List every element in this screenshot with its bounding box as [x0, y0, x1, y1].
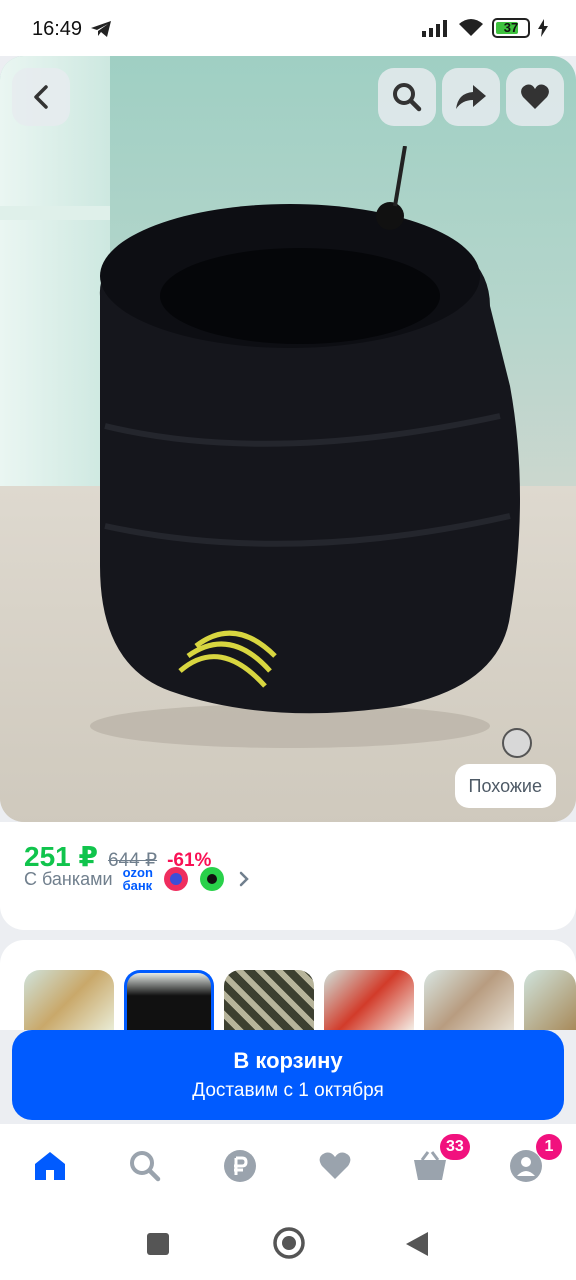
ruble-icon — [224, 1150, 256, 1182]
nav-search[interactable] — [125, 1146, 165, 1186]
product-photo-neck-gaiter — [90, 146, 520, 748]
battery-icon: 37 — [492, 18, 530, 38]
bottom-nav: 33 1 — [0, 1124, 576, 1210]
charging-icon — [538, 19, 548, 37]
product-image[interactable]: Похожие — [0, 56, 576, 822]
cart-count-badge: 33 — [440, 1134, 470, 1160]
back-icon — [34, 85, 48, 109]
nav-home[interactable] — [30, 1146, 70, 1186]
variant-thumb-selected[interactable] — [124, 970, 214, 1030]
triangle-back-icon[interactable] — [404, 1230, 430, 1258]
sbp-bank-icon — [163, 867, 188, 891]
image-search-button[interactable] — [378, 68, 436, 126]
profile-notification-badge: 1 — [536, 1134, 562, 1160]
ozon-bank-line2: банк — [122, 878, 153, 893]
add-to-cart-label: В корзину — [233, 1048, 343, 1073]
variant-strip — [0, 940, 576, 1030]
delivery-date: Доставим с 1 октября — [192, 1080, 384, 1101]
catalog-search-icon — [130, 1151, 161, 1182]
share-icon — [456, 85, 486, 109]
search-icon — [393, 83, 422, 112]
variant-thumb[interactable] — [224, 970, 314, 1030]
brand-logo-icon — [502, 728, 532, 758]
variant-thumb[interactable] — [424, 970, 514, 1030]
favorites-icon — [319, 1152, 351, 1179]
telegram-icon — [91, 21, 111, 37]
heart-icon — [521, 84, 549, 109]
system-nav-bar — [0, 1210, 576, 1280]
banks-label: С банками — [24, 868, 113, 889]
green-bank-icon — [199, 867, 224, 891]
favorite-button[interactable] — [506, 68, 564, 126]
signal-icon — [422, 20, 447, 37]
nav-favorites[interactable] — [315, 1146, 355, 1186]
nav-finance[interactable] — [220, 1146, 260, 1186]
circle-icon[interactable] — [272, 1226, 306, 1260]
battery-level: 37 — [503, 20, 519, 35]
variant-thumb[interactable] — [24, 970, 114, 1030]
variant-thumb[interactable] — [524, 970, 576, 1030]
back-button[interactable] — [12, 68, 70, 126]
ozon-bank-logo: ozon банк — [123, 866, 153, 892]
wifi-icon — [459, 19, 483, 36]
chevron-right-icon — [239, 871, 249, 887]
variant-thumb[interactable] — [324, 970, 414, 1030]
square-icon[interactable] — [146, 1232, 170, 1256]
share-button[interactable] — [442, 68, 500, 126]
home-icon — [35, 1152, 65, 1180]
add-to-cart-button[interactable]: В корзину Доставим с 1 октября — [12, 1030, 564, 1120]
similar-button[interactable]: Похожие — [454, 764, 556, 808]
status-bar: 16:49 37 — [0, 0, 576, 56]
bank-offer-row[interactable]: С банками ozon банк — [24, 866, 253, 892]
status-time: 16:49 — [32, 18, 83, 40]
